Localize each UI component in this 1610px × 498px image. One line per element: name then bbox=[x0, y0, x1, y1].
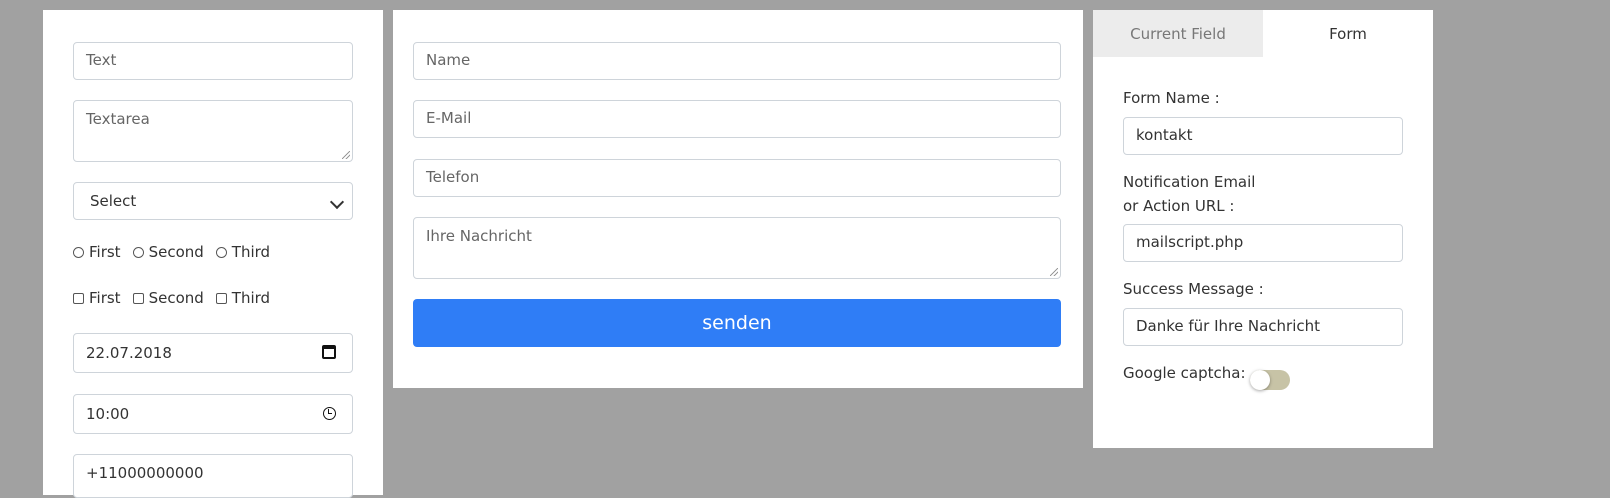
checkbox-icon bbox=[73, 292, 84, 304]
notification-label: Notification Email or Action URL : bbox=[1123, 170, 1255, 218]
form-name-label: Form Name : bbox=[1123, 89, 1220, 107]
form-canvas: Name E-Mail Telefon Ihre Nachricht sende… bbox=[393, 10, 1083, 388]
phone-field[interactable]: Telefon bbox=[413, 159, 1061, 197]
palette-textarea-placeholder: Textarea bbox=[86, 110, 150, 128]
notification-value: mailscript.php bbox=[1136, 233, 1244, 251]
email-field[interactable]: E-Mail bbox=[413, 100, 1061, 138]
palette-checkbox-second[interactable]: Second bbox=[132, 289, 204, 307]
palette-text-placeholder: Text bbox=[86, 51, 117, 69]
radio-icon bbox=[73, 246, 84, 258]
palette-textarea-field[interactable]: Textarea bbox=[73, 100, 353, 162]
palette-checkbox-third[interactable]: Third bbox=[215, 289, 271, 307]
palette-radio-group: First Second Third bbox=[73, 243, 282, 261]
submit-button[interactable]: senden bbox=[413, 299, 1061, 347]
palette-phone-value: +11000000000 bbox=[86, 464, 204, 482]
phone-placeholder: Telefon bbox=[426, 168, 480, 186]
palette-checkbox-first[interactable]: First bbox=[73, 289, 121, 307]
palette-select-value: Select bbox=[90, 192, 137, 210]
palette-text-field[interactable]: Text bbox=[73, 42, 353, 80]
captcha-toggle[interactable] bbox=[1250, 370, 1290, 390]
notification-input[interactable]: mailscript.php bbox=[1123, 224, 1403, 262]
palette-phone-field[interactable]: +11000000000 bbox=[73, 454, 353, 498]
checkbox-icon bbox=[215, 292, 227, 304]
palette-select-field[interactable]: Select bbox=[73, 182, 353, 220]
name-field[interactable]: Name bbox=[413, 42, 1061, 80]
palette-radio-first[interactable]: First bbox=[73, 243, 121, 261]
captcha-label: Google captcha: bbox=[1123, 364, 1246, 382]
palette-radio-third[interactable]: Third bbox=[215, 243, 271, 261]
palette-time-field[interactable]: 10:00 bbox=[73, 394, 353, 434]
palette-date-field[interactable]: 22.07.2018 bbox=[73, 333, 353, 373]
toggle-knob bbox=[1250, 370, 1270, 390]
success-message-label: Success Message : bbox=[1123, 280, 1264, 298]
success-message-value: Danke für Ihre Nachricht bbox=[1136, 317, 1321, 335]
success-message-input[interactable]: Danke für Ihre Nachricht bbox=[1123, 308, 1403, 346]
radio-label: Second bbox=[148, 243, 204, 261]
form-name-value: kontakt bbox=[1136, 126, 1193, 144]
resize-grip-icon[interactable] bbox=[342, 151, 350, 159]
radio-icon bbox=[215, 246, 227, 258]
tab-current-field[interactable]: Current Field bbox=[1093, 10, 1263, 57]
palette-time-value: 10:00 bbox=[86, 405, 130, 423]
palette-checkbox-group: First Second Third bbox=[73, 289, 282, 307]
form-name-input[interactable]: kontakt bbox=[1123, 117, 1403, 155]
message-placeholder: Ihre Nachricht bbox=[426, 227, 532, 245]
checkbox-label: Third bbox=[231, 289, 271, 307]
tab-form[interactable]: Form bbox=[1263, 10, 1433, 57]
message-field[interactable]: Ihre Nachricht bbox=[413, 217, 1061, 279]
field-palette: Text Textarea Select First Second Third … bbox=[43, 10, 383, 498]
calendar-icon[interactable] bbox=[322, 345, 336, 359]
name-placeholder: Name bbox=[426, 51, 471, 69]
resize-grip-icon[interactable] bbox=[1050, 268, 1058, 276]
checkbox-label: Second bbox=[148, 289, 204, 307]
radio-icon bbox=[132, 246, 144, 258]
settings-panel: Current Field Form Form Name : kontakt N… bbox=[1093, 10, 1433, 448]
notification-label-line2: or Action URL : bbox=[1123, 197, 1235, 215]
chevron-down-icon bbox=[329, 194, 345, 210]
email-placeholder: E-Mail bbox=[426, 109, 472, 127]
radio-label: Third bbox=[231, 243, 271, 261]
checkbox-icon bbox=[132, 292, 144, 304]
palette-date-value: 22.07.2018 bbox=[86, 344, 172, 362]
palette-radio-second[interactable]: Second bbox=[132, 243, 204, 261]
radio-label: First bbox=[89, 243, 121, 261]
clock-icon[interactable] bbox=[323, 407, 336, 420]
checkbox-label: First bbox=[89, 289, 121, 307]
notification-label-line1: Notification Email bbox=[1123, 173, 1256, 191]
